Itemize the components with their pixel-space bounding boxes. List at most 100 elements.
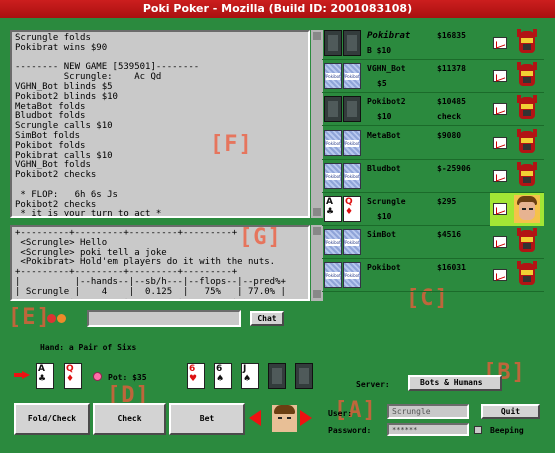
server-select-value: Bots & Humans xyxy=(420,378,483,387)
password-input[interactable] xyxy=(387,423,469,436)
player-row: Pokibot Pokibot SimBot $4516 xyxy=(322,226,544,260)
player-card: Pokibot xyxy=(343,129,361,156)
player-stats-chart-icon[interactable] xyxy=(493,169,507,182)
chat-input[interactable] xyxy=(87,310,241,327)
board-card: J ♠ xyxy=(241,363,259,389)
player-card xyxy=(324,30,342,56)
password-label: Password: xyxy=(328,426,372,435)
player-card: Pokibot xyxy=(343,229,361,256)
log-line: Pokibrat wins $90 xyxy=(15,42,108,53)
player-bet: $5 xyxy=(377,79,387,89)
card-suit-icon: ♠ xyxy=(216,374,225,384)
card-rank: A xyxy=(38,364,45,374)
player-row: Pokibrat $16835 B $10 xyxy=(322,27,544,60)
left-arrow-icon[interactable] xyxy=(249,410,261,426)
player-name: SimBot xyxy=(367,230,396,240)
player-card: Pokibot xyxy=(324,63,342,90)
smiley-icons[interactable] xyxy=(47,313,73,324)
log-line: * it is your turn to act * xyxy=(15,209,162,218)
player-card: Pokibot xyxy=(343,162,361,189)
label-e: [E] xyxy=(8,305,51,330)
player-name: Pokibot xyxy=(367,263,401,273)
robot-avatar-icon xyxy=(514,261,540,289)
label-f: [F] xyxy=(210,132,253,157)
chat-scroll-down-icon[interactable] xyxy=(313,290,321,298)
player-card xyxy=(343,30,361,56)
card-suit-icon: ♣ xyxy=(38,374,47,384)
chat-line: +---------+---------+---------+---------… xyxy=(15,297,305,299)
hole-card: A ♣ xyxy=(36,363,54,389)
player-bet: B $10 xyxy=(367,46,392,55)
card-suit-icon: ♣ xyxy=(326,207,335,217)
player-stats-chart-icon[interactable] xyxy=(493,70,507,83)
player-stats-chart-icon[interactable] xyxy=(493,103,507,116)
server-select[interactable]: Bots & Humans xyxy=(408,375,502,391)
player-stats-chart-icon[interactable] xyxy=(493,203,507,215)
card-suit-icon: ♠ xyxy=(243,374,252,384)
player-list: Pokibrat $16835 B $10 Pokibot Pokibot VGHN_Bo… xyxy=(322,27,544,293)
board-card: 6 ♠ xyxy=(214,363,232,389)
right-arrow-icon[interactable] xyxy=(300,410,312,426)
player-bet: $10 xyxy=(377,112,392,122)
beeping-checkbox[interactable] xyxy=(474,426,482,434)
board-card-empty xyxy=(268,363,286,389)
board-card: 6 ♥ xyxy=(187,363,205,389)
robot-avatar-icon xyxy=(514,228,540,256)
player-bank: $4516 xyxy=(437,230,462,240)
turn-arrow-icon xyxy=(14,371,30,379)
player-card: Pokibot xyxy=(324,129,342,156)
player-stats-chart-icon[interactable] xyxy=(493,136,507,149)
player-row: Pokibot Pokibot Pokibot $16031 xyxy=(322,259,544,293)
player-name: MetaBot xyxy=(367,130,401,140)
quit-button[interactable]: Quit xyxy=(481,404,540,419)
player-stats-chart-icon[interactable] xyxy=(493,269,507,282)
chat-button[interactable]: Chat xyxy=(250,311,284,326)
player-name: VGHN_Bot xyxy=(367,64,406,74)
pot-amount: Pot: $35 xyxy=(108,373,147,382)
player-stats-chart-icon[interactable] xyxy=(493,37,507,49)
player-row: Pokibot Pokibot Bludbot $-25906 xyxy=(322,160,544,193)
player-name: Pokibot2 xyxy=(367,97,406,107)
card-back-logo: Pokibot xyxy=(345,73,360,81)
user-input[interactable] xyxy=(387,404,469,419)
robot-avatar-icon xyxy=(514,161,540,190)
smiley-red-icon[interactable] xyxy=(47,314,56,323)
player-card: Pokibot xyxy=(343,262,361,289)
player-row: Pokibot Pokibot MetaBot $9080 xyxy=(322,127,544,160)
player-bank: $295 xyxy=(437,197,457,206)
player-row: Pokibot2 $10485 $10 check xyxy=(322,93,544,127)
robot-avatar-icon xyxy=(514,95,540,123)
player-name: Pokibrat xyxy=(367,31,411,41)
fold-check-button[interactable]: Fold/Check xyxy=(14,403,90,435)
check-button[interactable]: Check xyxy=(93,403,166,435)
card-back-logo: Pokibot xyxy=(326,272,341,280)
game-log: Scrungle folds Pokibrat wins $90 --------… xyxy=(10,30,310,218)
card-back-logo: Pokibot xyxy=(345,272,360,280)
player-bank: $9080 xyxy=(437,130,462,140)
player-bet: $10 xyxy=(377,212,392,221)
card-back-logo: Pokibot xyxy=(345,239,360,247)
bet-button[interactable]: Bet xyxy=(169,403,245,435)
player-card: Pokibot xyxy=(324,162,342,189)
player-card: Pokibot xyxy=(343,63,361,90)
chat-scroll-up-icon[interactable] xyxy=(313,227,321,235)
player-name: Bludbot xyxy=(367,163,401,173)
hole-card: Q ♦ xyxy=(64,363,82,389)
card-rank: 6 xyxy=(216,364,223,374)
player-card xyxy=(324,96,342,123)
pot-chip-icon xyxy=(93,372,102,381)
log-line: Pokibot2 checks xyxy=(15,170,97,181)
poker-window: Poki Poker - Mozilla (Build ID: 20010831… xyxy=(0,0,555,453)
smiley-orange-icon[interactable] xyxy=(57,314,66,323)
scroll-up-icon[interactable] xyxy=(313,32,321,40)
card-back-logo: Pokibot xyxy=(345,139,360,147)
player-stats-chart-icon[interactable] xyxy=(493,236,507,249)
card-rank: Q xyxy=(345,197,353,207)
player-bank: $-25906 xyxy=(437,163,471,173)
player-card xyxy=(343,96,361,123)
player-card: A ♣ xyxy=(324,196,342,222)
scroll-down-icon[interactable] xyxy=(313,208,321,216)
card-rank: Q xyxy=(66,364,74,374)
robot-avatar-icon xyxy=(514,29,540,57)
player-card: Pokibot xyxy=(324,229,342,256)
